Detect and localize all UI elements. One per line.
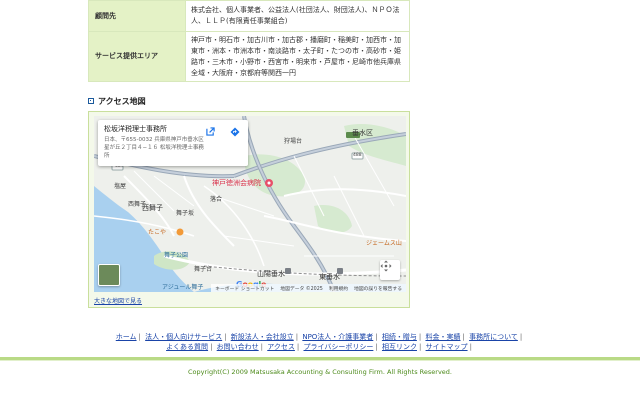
map-label-hospital: 神戸徳洲会病院 <box>212 179 261 187</box>
map-attribution: キーボード ショートカット 地図データ ©2025 利用規約 地図の誤りを報告す… <box>211 284 406 292</box>
footer-link-incorporation[interactable]: 新設法人・会社設立 <box>231 333 294 341</box>
access-title-text: アクセス地図 <box>98 96 146 106</box>
table-row: サービス提供エリア 神戸市・明石市・加古川市・加古郡・播磨町・稲美町・加西市・加… <box>88 31 410 82</box>
footer-nav: ホーム | 法人・個人向けサービス | 新設法人・会社設立 | NPO法人・介護事業者… <box>0 332 640 352</box>
footer-link-about[interactable]: 事務所について <box>469 333 518 341</box>
footer-link-contact[interactable]: お問い合わせ <box>217 343 259 351</box>
footer-link-inheritance[interactable]: 相続・贈与 <box>382 333 417 341</box>
expand-icon <box>380 260 392 272</box>
footer-nav-line-1: ホーム | 法人・個人向けサービス | 新設法人・会社設立 | NPO法人・介護事業者… <box>115 333 523 341</box>
place-info-card: 松坂洋税理士事務所 日本、〒655-0032 兵庫県神戸市垂水区星が丘２丁目４−… <box>98 120 248 166</box>
footer-link-npo[interactable]: NPO法人・介護事業者 <box>302 333 373 341</box>
square-bullet-icon <box>88 98 94 104</box>
map-label-james: ジェームス山 <box>366 240 402 247</box>
table-header-clients: 顧問先 <box>88 0 186 32</box>
map-label-sanyo-tarumi: 山陽垂水 <box>257 270 285 278</box>
map-label-higashi-tarumi: 東垂水 <box>319 273 340 281</box>
map-label-kuma: 塩屋 <box>114 183 127 190</box>
info-table: 顧問先 株式会社、個人事業者、公益法人(社団法人、財団法人)、ＮＰＯ法人、ＬＬＰ… <box>88 0 410 82</box>
map-label-azur: アジュール舞子 <box>162 284 204 291</box>
open-external-icon[interactable] <box>206 127 218 139</box>
keyboard-shortcuts-link[interactable]: キーボード ショートカット <box>215 285 274 292</box>
map-label-nishi-maiko: 西舞子 <box>142 204 163 212</box>
fullscreen-button[interactable] <box>380 260 400 280</box>
directions-icon[interactable] <box>230 127 242 139</box>
table-row: 顧問先 株式会社、個人事業者、公益法人(社団法人、財団法人)、ＮＰＯ法人、ＬＬＰ… <box>88 0 410 32</box>
footer-link-home[interactable]: ホーム <box>116 333 137 341</box>
map-label-kinmokusei: 狩場台 <box>284 138 303 145</box>
map-label-tarumi: 垂水区 <box>352 129 373 137</box>
footer-link-sitemap[interactable]: サイトマップ <box>426 343 468 351</box>
footer-link-faq[interactable]: よくある質問 <box>166 343 208 351</box>
footer-link-links[interactable]: 相互リンク <box>382 343 417 351</box>
place-address: 日本、〒655-0032 兵庫県神戸市垂水区星が丘２丁目４−１６ 松坂洋税理士事… <box>104 137 204 159</box>
view-larger-map-link[interactable]: 大きな地図で見る <box>94 296 142 305</box>
footer-divider-light <box>0 360 640 361</box>
map-label-ochiya: 落合 <box>210 196 223 203</box>
table-header-area: サービス提供エリア <box>88 31 186 82</box>
footer-link-privacy[interactable]: プライバシーポリシー <box>304 343 374 351</box>
place-name: 松坂洋税理士事務所 <box>104 125 167 133</box>
copyright-text: Copyright(C) 2009 Matsusaka Accounting &… <box>188 368 452 376</box>
table-value-area: 神戸市・明石市・加古川市・加古郡・播磨町・稲美町・加西市・加東市・洲本・市洲本市… <box>185 31 410 82</box>
report-error-link[interactable]: 地図の誤りを報告する <box>354 285 402 292</box>
footer-link-access[interactable]: アクセス <box>267 343 295 351</box>
map-label-maiko-tsubo: 舞子坂 <box>176 210 195 217</box>
footer-link-fees[interactable]: 料金・実績 <box>425 333 460 341</box>
route-shield-488: 488 <box>353 153 362 158</box>
embedded-map[interactable]: 垂水区 塩屋 西舞子 西舞子 舞子坂 神戸徳洲会病院 落合 たこや 舞子公園 舞… <box>94 116 406 292</box>
layer-toggle-button[interactable] <box>98 264 120 286</box>
map-label-maiko-dai: 舞子台 <box>194 266 213 273</box>
table-value-clients: 株式会社、個人事業者、公益法人(社団法人、財団法人)、ＮＰＯ法人、ＬＬＰ(有限責… <box>185 0 410 32</box>
map-data-text: 地図データ ©2025 <box>280 286 323 292</box>
footer-link-services[interactable]: 法人・個人向けサービス <box>145 333 222 341</box>
map-container: 垂水区 塩屋 西舞子 西舞子 舞子坂 神戸徳洲会病院 落合 たこや 舞子公園 舞… <box>88 111 410 308</box>
terms-link[interactable]: 利用規約 <box>329 285 348 292</box>
map-label-hyogo-kenritsu: 舞子公園 <box>164 252 189 259</box>
footer-nav-line-2: よくある質問 | お問い合わせ | アクセス | プライバシーポリシー | 相互リンク |… <box>166 343 472 351</box>
map-label-tako: たこや <box>148 229 167 236</box>
access-section-title: アクセス地図 <box>88 95 146 107</box>
